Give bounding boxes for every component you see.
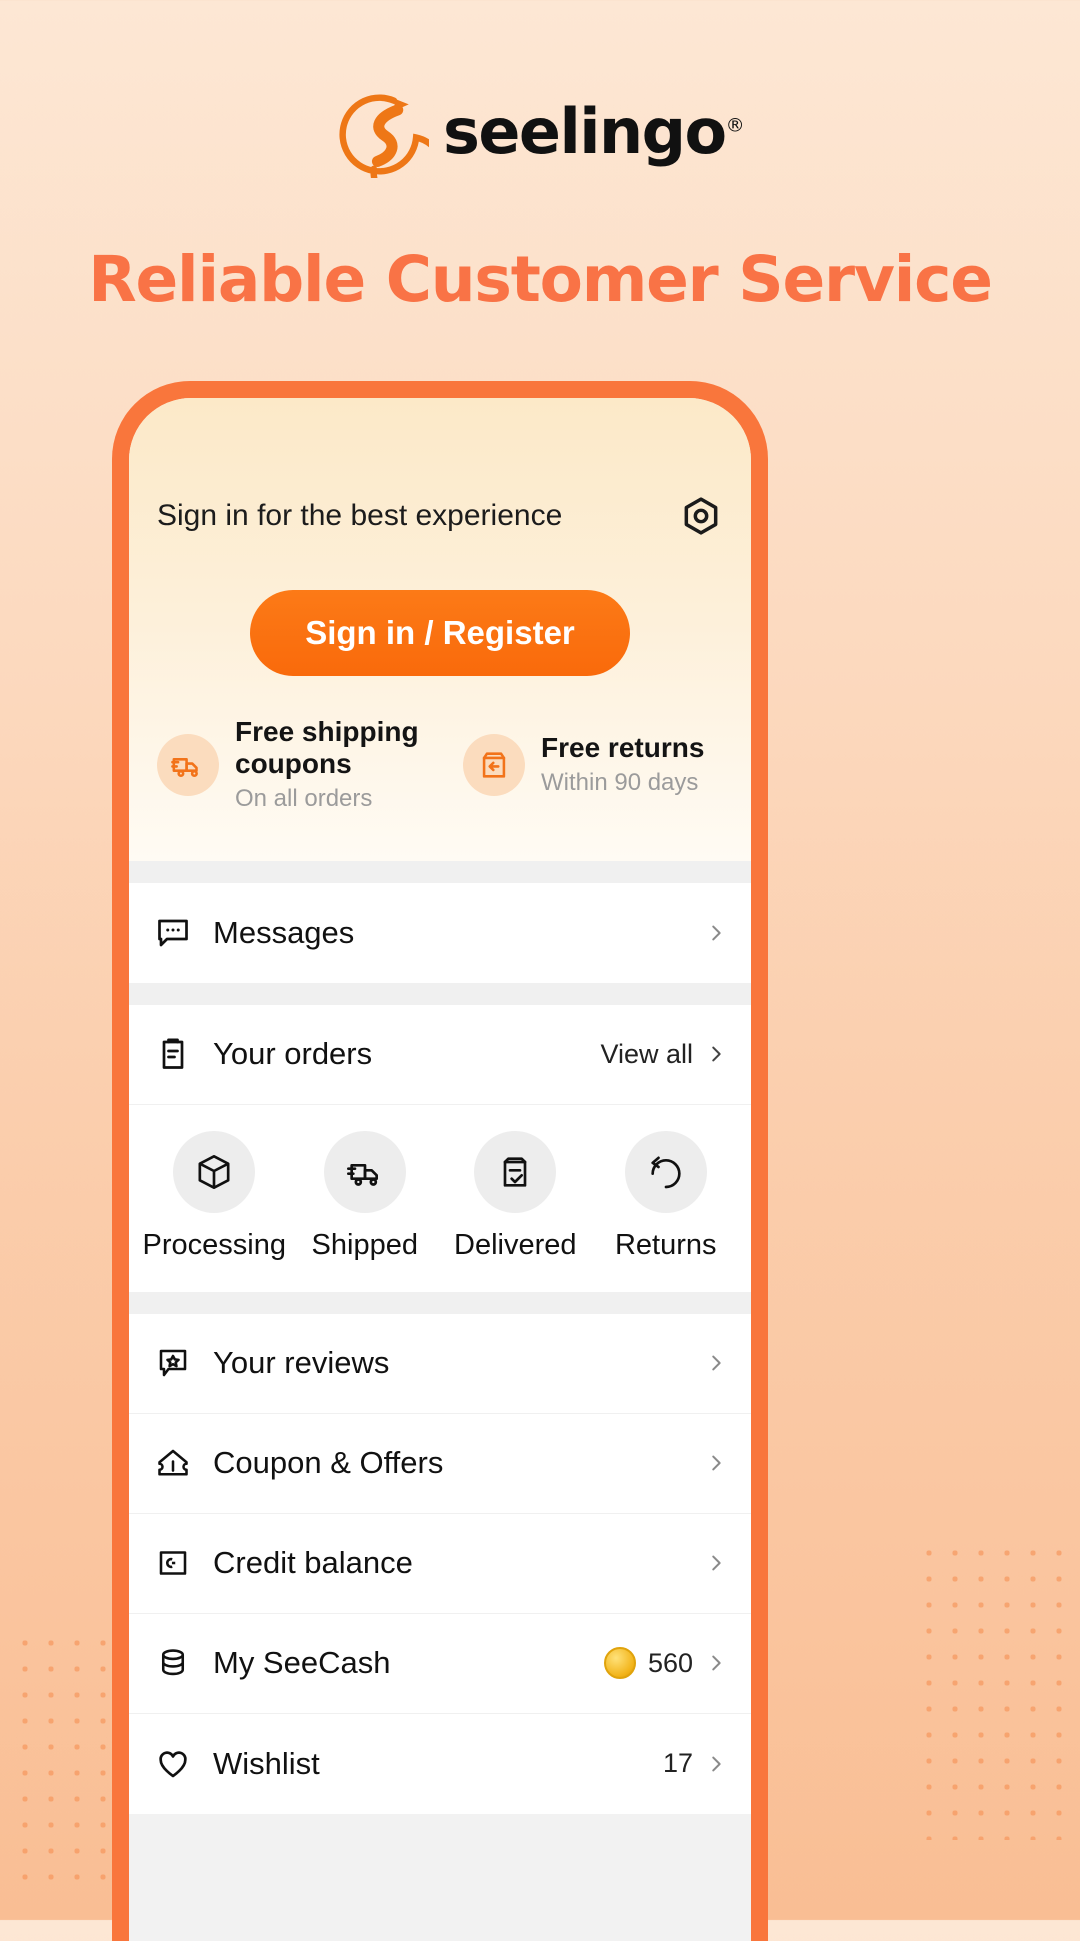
return-box-icon bbox=[463, 734, 525, 797]
orders-card: Your orders View all Processing Shipped … bbox=[129, 1004, 751, 1292]
order-status-returns[interactable]: Returns bbox=[591, 1130, 742, 1262]
sign-in-register-button[interactable]: Sign in / Register bbox=[250, 590, 630, 676]
benefit-title: Free returns bbox=[541, 732, 705, 764]
chat-bubble-icon bbox=[153, 913, 193, 953]
messages-card: Messages bbox=[129, 882, 751, 983]
chevron-right-icon bbox=[705, 1552, 727, 1574]
list-item-your-reviews[interactable]: Your reviews bbox=[129, 1314, 751, 1414]
coupon-ticket-icon bbox=[153, 1443, 193, 1483]
benefit-free-returns[interactable]: Free returns Within 90 days bbox=[463, 716, 723, 815]
brand-wordmark: seelingo® bbox=[443, 101, 745, 163]
package-box-icon bbox=[173, 1130, 256, 1213]
chevron-right-icon bbox=[705, 1753, 727, 1775]
account-hero: Sign in for the best experience Sign in … bbox=[129, 398, 751, 861]
order-status-label: Processing bbox=[142, 1228, 286, 1261]
chevron-right-icon bbox=[705, 1652, 727, 1674]
list-item-coupon-offers[interactable]: Coupon & Offers bbox=[129, 1414, 751, 1514]
review-star-icon bbox=[153, 1343, 193, 1383]
benefit-title: Free shipping coupons bbox=[235, 716, 419, 780]
list-item-label: Messages bbox=[213, 914, 355, 950]
benefit-text-block: Free shipping coupons On all orders bbox=[235, 716, 463, 815]
brand-name-text: seelingo bbox=[442, 95, 727, 168]
shipping-truck-icon bbox=[323, 1130, 406, 1213]
list-item-label: Coupon & Offers bbox=[213, 1445, 444, 1481]
chevron-right-icon bbox=[705, 922, 727, 944]
heart-icon bbox=[153, 1744, 193, 1784]
order-status-label: Delivered bbox=[454, 1228, 577, 1261]
list-item-label: My SeeCash bbox=[213, 1645, 391, 1681]
hex-nut-settings-icon[interactable] bbox=[679, 494, 723, 538]
chevron-right-icon bbox=[705, 1352, 727, 1374]
phone-screen: Sign in for the best experience Sign in … bbox=[129, 398, 751, 1941]
brand-logo: seelingo® bbox=[0, 86, 1080, 210]
section-divider bbox=[129, 860, 751, 883]
delivery-truck-icon bbox=[157, 734, 219, 797]
signin-prompt-text: Sign in for the best experience bbox=[157, 499, 563, 532]
page-headline: Reliable Customer Service bbox=[88, 243, 993, 316]
section-divider bbox=[129, 982, 751, 1005]
coin-icon bbox=[603, 1647, 636, 1680]
order-status-delivered[interactable]: Delivered bbox=[440, 1130, 591, 1262]
chevron-right-icon bbox=[705, 1043, 727, 1065]
list-item-wishlist[interactable]: Wishlist 17 bbox=[129, 1714, 751, 1814]
section-divider bbox=[129, 1291, 751, 1314]
list-item-label: Wishlist bbox=[213, 1745, 320, 1781]
benefit-subtitle: On all orders bbox=[235, 785, 373, 813]
registered-mark: ® bbox=[725, 114, 745, 137]
benefit-free-shipping[interactable]: Free shipping coupons On all orders bbox=[157, 716, 463, 815]
credit-wallet-icon bbox=[153, 1543, 193, 1583]
benefit-subtitle: Within 90 days bbox=[541, 769, 699, 797]
chevron-right-icon bbox=[705, 1452, 727, 1474]
list-item-credit-balance[interactable]: Credit balance bbox=[129, 1514, 751, 1614]
list-item-label: Your reviews bbox=[213, 1345, 390, 1381]
list-item-my-seecash[interactable]: My SeeCash 560 bbox=[129, 1614, 751, 1714]
return-arrow-icon bbox=[624, 1130, 707, 1213]
seecash-value-group: 560 bbox=[603, 1647, 693, 1680]
wishlist-count: 17 bbox=[662, 1748, 693, 1779]
order-status-row: Processing Shipped Delivered Returns bbox=[129, 1105, 751, 1292]
order-status-shipped[interactable]: Shipped bbox=[290, 1130, 441, 1262]
orders-label: Your orders bbox=[213, 1036, 373, 1072]
delivered-check-icon bbox=[474, 1130, 557, 1213]
coins-stack-icon bbox=[153, 1643, 193, 1683]
orders-view-all[interactable]: View all bbox=[600, 1039, 693, 1070]
order-status-label: Returns bbox=[614, 1228, 717, 1261]
phone-mockup: Sign in for the best experience Sign in … bbox=[112, 381, 768, 1941]
signin-prompt-row: Sign in for the best experience bbox=[157, 494, 723, 538]
seelingo-swirl-logo-icon bbox=[337, 86, 447, 210]
order-status-processing[interactable]: Processing bbox=[139, 1130, 290, 1262]
orders-header-row[interactable]: Your orders View all bbox=[129, 1005, 751, 1105]
benefit-text-block: Free returns Within 90 days bbox=[541, 732, 704, 798]
order-status-label: Shipped bbox=[311, 1228, 418, 1261]
list-item-label: Credit balance bbox=[213, 1545, 413, 1581]
decorative-dots-right bbox=[916, 1540, 1066, 1840]
benefits-row: Free shipping coupons On all orders Free… bbox=[157, 716, 723, 861]
clipboard-icon bbox=[153, 1034, 193, 1074]
seecash-amount: 560 bbox=[647, 1647, 693, 1678]
list-item-messages[interactable]: Messages bbox=[129, 883, 751, 983]
account-menu-card: Your reviews Coupon & Offers Credit bala… bbox=[129, 1313, 751, 1814]
